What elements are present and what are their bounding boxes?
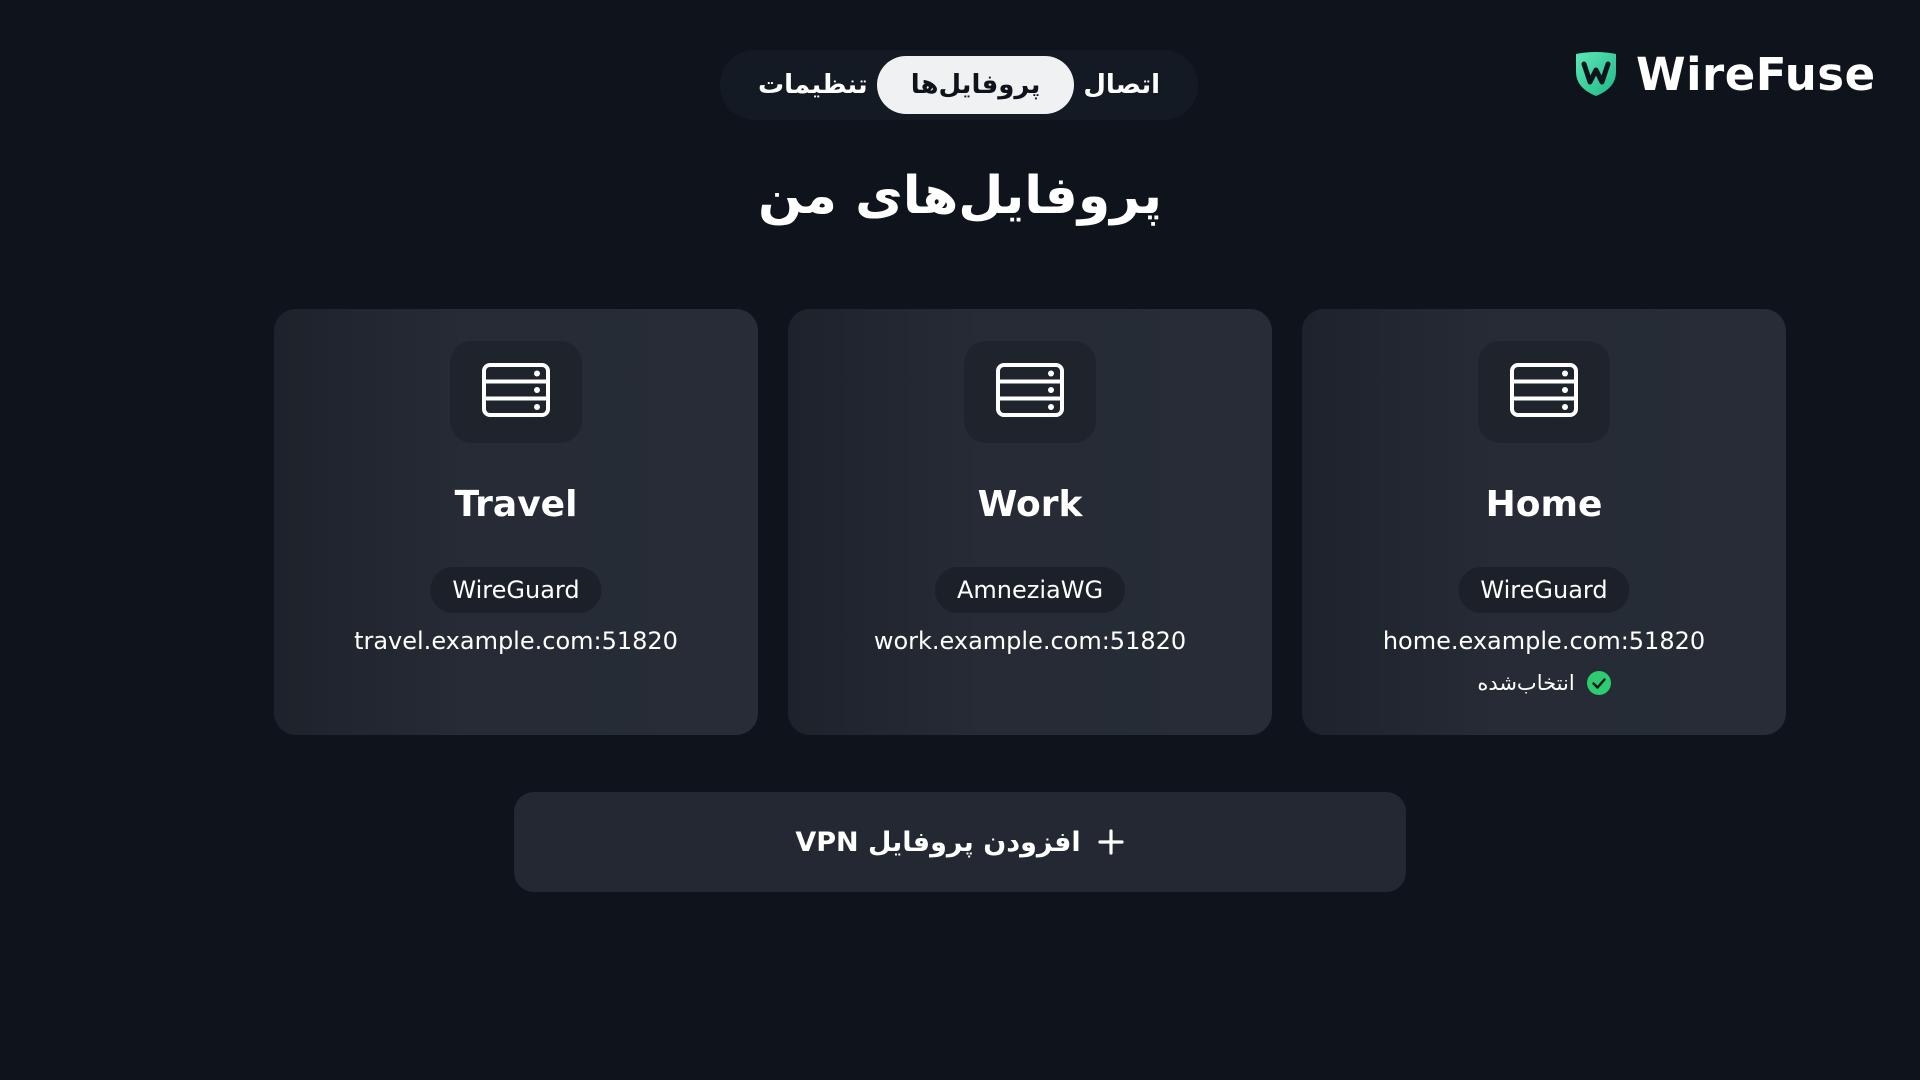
server-icon (482, 363, 550, 421)
profile-name: Travel (454, 484, 578, 525)
app-window: WireFuse اتصال پروفایل‌ها تنظیمات پروفای… (0, 0, 1920, 1080)
profile-name: Home (1485, 484, 1603, 525)
tab-settings[interactable]: تنظیمات (758, 56, 868, 114)
profile-card-home[interactable]: Home WireGuard home.example.com:51820 ان… (1302, 309, 1786, 735)
profile-name: Work (977, 484, 1083, 525)
page-title: پروفایل‌های من (757, 166, 1163, 226)
add-vpn-profile-label: افزودن پروفایل VPN (795, 826, 1081, 858)
profile-card-travel[interactable]: Travel WireGuard travel.example.com:5182… (274, 309, 758, 735)
server-icon (996, 363, 1064, 421)
profile-card-work[interactable]: Work AmneziaWG work.example.com:51820 (788, 309, 1272, 735)
server-icon-box (1478, 341, 1610, 443)
server-icon-box (964, 341, 1096, 443)
protocol-badge: WireGuard (430, 567, 602, 613)
tab-profiles[interactable]: پروفایل‌ها (876, 56, 1075, 114)
plus-icon (1097, 828, 1125, 856)
tab-connection[interactable]: اتصال (1083, 56, 1160, 114)
check-circle-icon (1586, 671, 1611, 695)
protocol-badge: WireGuard (1458, 567, 1630, 613)
brand: WireFuse (1572, 44, 1876, 104)
brand-name: WireFuse (1636, 47, 1876, 101)
top-navigation: اتصال پروفایل‌ها تنظیمات (720, 50, 1198, 120)
selected-label: انتخاب‌شده (1477, 671, 1575, 695)
profile-cards: Home WireGuard home.example.com:51820 ان… (274, 309, 1786, 735)
add-vpn-profile-button[interactable]: افزودن پروفایل VPN (514, 792, 1406, 892)
profile-endpoint: home.example.com:51820 (1382, 627, 1706, 655)
profile-endpoint: travel.example.com:51820 (354, 627, 678, 655)
server-icon (1510, 363, 1578, 421)
server-icon-box (450, 341, 582, 443)
selected-indicator: انتخاب‌شده (1302, 671, 1786, 695)
protocol-badge: AmneziaWG (934, 567, 1126, 613)
shield-w-icon (1572, 50, 1620, 98)
profile-endpoint: work.example.com:51820 (873, 627, 1187, 655)
